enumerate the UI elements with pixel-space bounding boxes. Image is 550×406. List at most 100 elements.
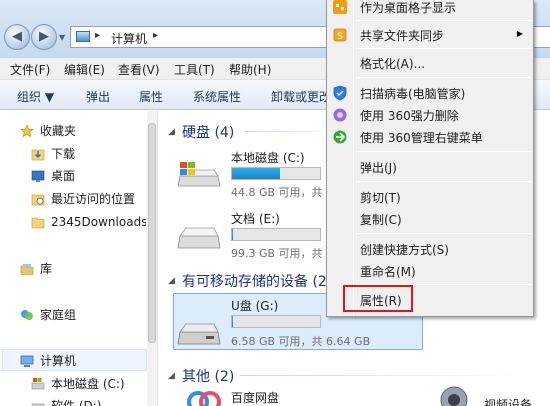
- item-video-device[interactable]: 视频设备: [484, 396, 532, 406]
- menu-item-label: 创建快捷方式(S): [360, 243, 449, 257]
- menu-item-copy[interactable]: 复制(C): [327, 208, 533, 230]
- drive-icon: [31, 403, 45, 406]
- drive-name-c[interactable]: 本地磁盘 (C:): [231, 149, 305, 166]
- folder-icon: [31, 217, 45, 229]
- menu-item-label: 使用 360强力删除: [360, 109, 459, 123]
- desktop-grid-icon: [333, 0, 347, 14]
- drive-name-e[interactable]: 文档 (E:): [231, 210, 280, 227]
- drive-usage-fill: [232, 316, 233, 327]
- menu-item-cut[interactable]: 剪切(T): [327, 186, 533, 208]
- drive-usage-bar-e: [231, 228, 321, 241]
- uninstall-button[interactable]: 卸载或更改: [271, 88, 331, 105]
- sidebar-item-library[interactable]: 库: [20, 259, 145, 279]
- sidebar-item-label: 库: [40, 262, 53, 276]
- drive-name-g[interactable]: U盘 (G:): [231, 297, 278, 314]
- star-icon: [20, 124, 34, 138]
- menu-item-label: 使用 360管理右键菜单: [360, 131, 483, 145]
- sidebar-item-software-d[interactable]: 软件 (D:): [31, 396, 146, 406]
- menu-item-label: 复制(C): [360, 213, 402, 227]
- menu-separator: [357, 77, 531, 78]
- menu-item-format[interactable]: 格式化(A)...: [327, 52, 533, 74]
- breadcrumb-computer[interactable]: 计算机: [111, 30, 147, 47]
- menu-item-share-sync[interactable]: S 共享文件夹同步 ▶: [327, 24, 533, 46]
- sidebar-item-computer[interactable]: 计算机: [20, 351, 145, 371]
- menu-separator: [357, 48, 531, 49]
- recent-pages-dropdown[interactable]: ▼: [59, 33, 65, 42]
- menu-item-label: 格式化(A)...: [360, 57, 426, 71]
- video-device-icon: [440, 386, 468, 406]
- group-divider: [245, 131, 335, 132]
- homegroup-icon: [21, 310, 33, 320]
- search-box[interactable]: [532, 26, 550, 48]
- menu-item-label: 剪切(T): [360, 191, 401, 205]
- baidu-netdisk-icon: [187, 391, 221, 406]
- menu-item-rename[interactable]: 重命名(M): [327, 260, 533, 282]
- back-button[interactable]: ◀: [4, 24, 30, 50]
- system-properties-button[interactable]: 系统属性: [193, 88, 241, 105]
- menu-item-create-shortcut[interactable]: 创建快捷方式(S): [327, 238, 533, 260]
- group-divider: [240, 375, 530, 376]
- sidebar-item-recent[interactable]: 最近访问的位置: [31, 189, 146, 209]
- submenu-arrow-icon: ▶: [516, 29, 523, 38]
- svg-text:S: S: [337, 32, 343, 42]
- collapse-chevron-icon[interactable]: ◢: [168, 276, 175, 286]
- menu-item-label: 扫描病毒(电脑管家): [360, 87, 466, 101]
- properties-toolbar-button[interactable]: 属性: [139, 88, 163, 105]
- library-icon: [20, 264, 34, 275]
- sidebar-item-label: 下载: [51, 147, 76, 161]
- sidebar-item-favorites[interactable]: 收藏夹: [20, 121, 145, 141]
- forward-button[interactable]: ▶: [31, 24, 57, 50]
- address-box[interactable]: ▸ 计算机 ▸: [70, 26, 334, 48]
- 360-manager-icon: [333, 130, 347, 144]
- menu-view[interactable]: 查看(V): [118, 61, 160, 78]
- breadcrumb-separator[interactable]: ▸: [95, 30, 100, 41]
- menu-tools[interactable]: 工具(T): [174, 61, 215, 78]
- sidebar-item-homegroup[interactable]: 家庭组: [20, 305, 145, 325]
- group-header-other[interactable]: 其他 (2): [182, 366, 234, 386]
- downloads-folder-icon: [31, 149, 45, 161]
- item-baidu-netdisk[interactable]: 百度网盘: [231, 389, 279, 406]
- pane-splitter[interactable]: [157, 111, 169, 406]
- menu-item-360-manage-right-menu[interactable]: 使用 360管理右键菜单: [327, 126, 533, 148]
- computer-icon: [76, 31, 90, 42]
- drive-usage-bar-c: [231, 167, 321, 180]
- share-sync-icon: S: [333, 28, 347, 42]
- menu-item-desktop-grid[interactable]: 作为桌面格子显示: [327, 0, 533, 18]
- sidebar-item-local-disk-c[interactable]: 本地磁盘 (C:): [31, 374, 146, 394]
- sidebar-item-desktop[interactable]: 桌面: [31, 166, 146, 186]
- menu-item-360-force-delete[interactable]: 使用 360强力删除: [327, 104, 533, 126]
- eject-toolbar-button[interactable]: 弹出: [86, 88, 110, 105]
- drive-usage-fill: [232, 229, 233, 240]
- navigation-scrollbar[interactable]: [147, 111, 157, 406]
- sidebar-item-downloads[interactable]: 下载: [31, 144, 146, 164]
- windows-drive-icon: [177, 162, 221, 187]
- menu-separator: [357, 233, 531, 234]
- drive-space-info-g: 6.58 GB 可用，共 6.64 GB: [231, 335, 371, 348]
- sidebar-item-label: 最近访问的位置: [51, 192, 136, 206]
- drive-usage-bar-g: [231, 315, 321, 328]
- menu-item-eject[interactable]: 弹出(J): [327, 156, 533, 178]
- group-header-removable[interactable]: 有可移动存储的设备 (2): [182, 271, 332, 291]
- recent-places-icon: [31, 194, 45, 206]
- usb-drive-icon: [177, 323, 221, 345]
- menu-item-scan-virus[interactable]: 扫描病毒(电脑管家): [327, 82, 533, 104]
- breadcrumb-separator[interactable]: ▸: [153, 30, 158, 41]
- 360-delete-icon: [333, 108, 347, 122]
- group-header-hard-disks[interactable]: 硬盘 (4): [182, 122, 234, 142]
- scrollbar-thumb[interactable]: [148, 123, 156, 343]
- menu-edit[interactable]: 编辑(E): [64, 61, 105, 78]
- menu-separator: [357, 151, 531, 152]
- menu-item-label: 重命名(M): [360, 265, 416, 279]
- computer-icon: [20, 355, 34, 367]
- menu-file[interactable]: 文件(F): [10, 61, 50, 78]
- organize-button[interactable]: 组织 ▼: [17, 88, 54, 105]
- menu-item-label: 弹出(J): [360, 161, 397, 175]
- windows-drive-icon: [31, 378, 45, 390]
- collapse-chevron-icon[interactable]: ◢: [168, 371, 175, 381]
- collapse-chevron-icon[interactable]: ◢: [168, 127, 175, 137]
- menu-help[interactable]: 帮助(H): [229, 61, 271, 78]
- sidebar-item-label: 收藏夹: [40, 124, 77, 138]
- sidebar-item-label: 家庭组: [40, 308, 77, 322]
- sidebar-item-label: 计算机: [40, 354, 77, 368]
- sidebar-item-2345downloads[interactable]: 2345Downloads: [31, 212, 146, 232]
